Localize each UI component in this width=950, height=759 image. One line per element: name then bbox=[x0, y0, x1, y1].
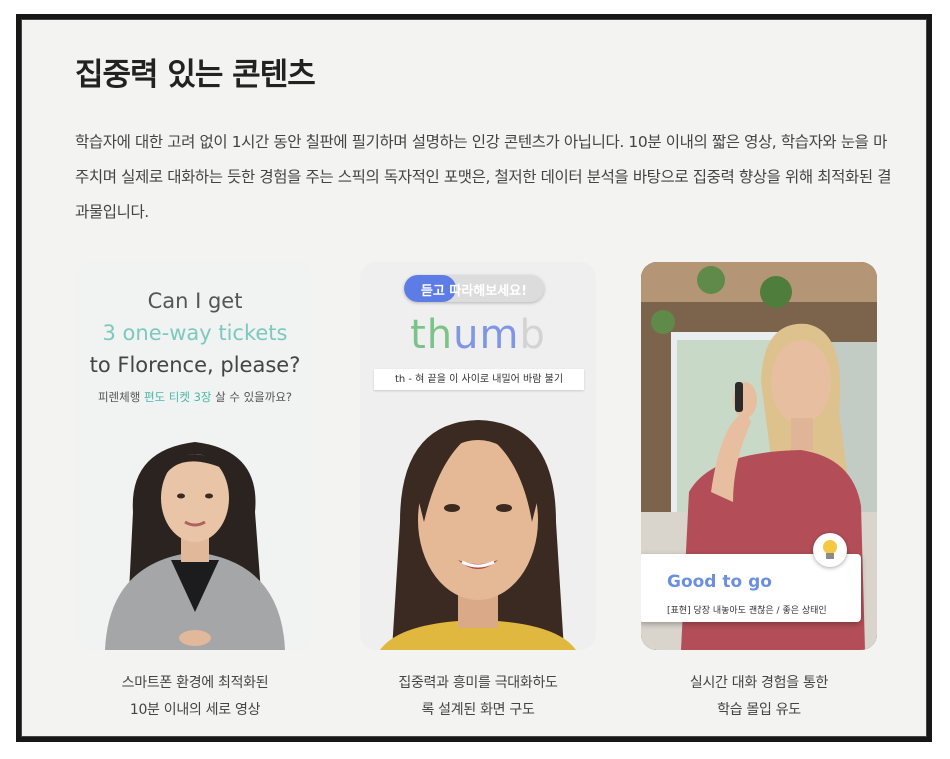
target-word-part1: th bbox=[410, 312, 454, 358]
tutor-portrait-2 bbox=[380, 420, 576, 650]
card2-caption-line1: 집중력과 흥미를 극대화하도 bbox=[398, 675, 558, 691]
card3-caption: 실시간 대화 경험을 통한학습 몰입 유도 bbox=[641, 670, 877, 724]
card1-caption: 스마트폰 환경에 최적화된 10분 이내의 세로 영상 bbox=[77, 670, 313, 724]
card3-caption-line2: 학습 몰입 유도 bbox=[717, 702, 801, 718]
card1-korean-after: 살 수 있을까요? bbox=[211, 390, 293, 404]
card3-caption-line1: 실시간 대화 경험을 통한 bbox=[689, 675, 829, 691]
target-word-part3: b bbox=[519, 312, 546, 358]
video-card-pronunciation[interactable]: 듣고 따라해보세요! thumb th - 혀 끝을 이 사이로 내밀어 바람 … bbox=[360, 262, 596, 650]
card1-caption-line1: 스마트폰 환경에 최적화된 bbox=[121, 675, 269, 691]
card1-caption-line2: 10분 이내의 세로 영상 bbox=[129, 702, 261, 718]
target-word: thumb bbox=[360, 312, 596, 358]
pronunciation-tip: th - 혀 끝을 이 사이로 내밀어 바람 불기 bbox=[374, 369, 584, 390]
card2-caption: 집중력과 흥미를 극대화하도록 설계된 화면 구도 bbox=[360, 670, 596, 724]
tutor-portrait-1 bbox=[105, 442, 285, 650]
video-card-vertical[interactable]: Can I get 3 one-way tickets to Florence,… bbox=[77, 262, 313, 650]
video-card-conversation[interactable]: Good to go [표현] 당장 내놓아도 괜찮은 / 좋은 상태인 bbox=[641, 262, 877, 650]
lightbulb-glyph bbox=[823, 540, 837, 559]
card1-korean-translation: 피렌체행 편도 티켓 3장 살 수 있을까요? bbox=[77, 389, 313, 405]
card1-english-line2: 3 one-way tickets bbox=[102, 321, 288, 345]
section-title: 집중력 있는 콘텐츠 bbox=[75, 57, 316, 93]
card1-korean-before: 피렌체행 bbox=[97, 390, 144, 404]
card1-korean-highlight: 편도 티켓 3장 bbox=[143, 390, 212, 404]
card1-english-line3: to Florence, please? bbox=[89, 353, 301, 377]
listen-repeat-badge[interactable]: 듣고 따라해보세요! bbox=[404, 275, 544, 302]
section-description: 학습자에 대한 고려 없이 1시간 동안 칠판에 필기하며 설명하는 인강 콘텐… bbox=[75, 133, 892, 221]
target-word-part2: um bbox=[453, 312, 520, 358]
phrase-meaning: [표현] 당장 내놓아도 괜찮은 / 좋은 상태인 bbox=[667, 606, 827, 616]
card2-caption-line2: 록 설계된 화면 구도 bbox=[421, 702, 535, 718]
content-panel: 집중력 있는 콘텐츠 학습자에 대한 고려 없이 1시간 동안 칠판에 필기하며… bbox=[16, 14, 932, 742]
lightbulb-icon[interactable] bbox=[813, 533, 847, 567]
listen-repeat-label: 듣고 따라해보세요! bbox=[420, 284, 528, 299]
card1-english-line1: Can I get bbox=[147, 289, 243, 313]
phrase-title: Good to go bbox=[667, 572, 772, 592]
